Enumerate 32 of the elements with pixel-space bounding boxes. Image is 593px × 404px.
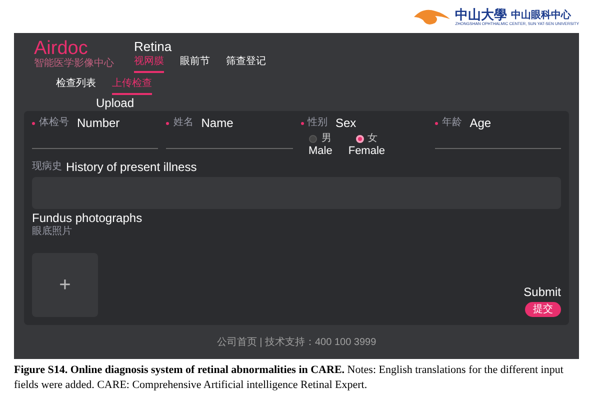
field-annotation: History of present illness bbox=[66, 161, 197, 173]
field-annotation: Number bbox=[77, 117, 120, 130]
field-label: 现病史 bbox=[32, 162, 62, 172]
field-annotation: Name bbox=[201, 117, 234, 130]
radio-button[interactable] bbox=[309, 135, 318, 144]
brand-logo: Airdoc bbox=[34, 39, 88, 58]
field-annotation: Sex bbox=[336, 117, 356, 130]
field-label: 体检号 bbox=[39, 118, 69, 128]
logo-center: 中山眼科中心 bbox=[511, 10, 572, 20]
radio-button[interactable] bbox=[356, 135, 364, 144]
submit-button[interactable]: 提交 bbox=[525, 302, 561, 317]
logo-name: 中山大學 bbox=[455, 8, 508, 20]
figure-caption: Figure S14. Online diagnosis system of retinal abnormalities in CARE. Notes: English translations for the different input fields were added. CARE: Comprehensive Artificial intelligence Retinal Expert. bbox=[13, 363, 564, 393]
radio-option[interactable]: 男 bbox=[309, 133, 332, 146]
tab-annotation: Upload bbox=[96, 97, 134, 110]
field-label: 姓名 bbox=[173, 118, 194, 128]
option-annotation: Male bbox=[308, 145, 332, 159]
brand-subtitle: 智能医学影像中心 bbox=[34, 58, 114, 70]
upload-button[interactable]: + bbox=[32, 253, 98, 317]
field-label: 年龄 bbox=[442, 118, 462, 128]
nav-tab[interactable]: 筛查登记 bbox=[226, 57, 266, 74]
field-label: 眼底照片 bbox=[32, 226, 73, 238]
field-label: 性别 bbox=[308, 118, 328, 128]
submit-annotation: Submit bbox=[524, 286, 561, 298]
field-annotation: Age bbox=[470, 117, 492, 130]
footer-text: 公司首页 | 技术支持：400 100 3999 bbox=[216, 336, 376, 350]
nav-tab[interactable]: 眼前节 bbox=[180, 57, 210, 74]
option-annotation: Female bbox=[348, 145, 386, 159]
product-title: Retina bbox=[134, 39, 173, 56]
section-annotation: Fundus photographs bbox=[32, 211, 144, 226]
radio-option[interactable]: 女 bbox=[356, 133, 378, 146]
sub-tab[interactable]: 检查列表 bbox=[56, 79, 96, 96]
